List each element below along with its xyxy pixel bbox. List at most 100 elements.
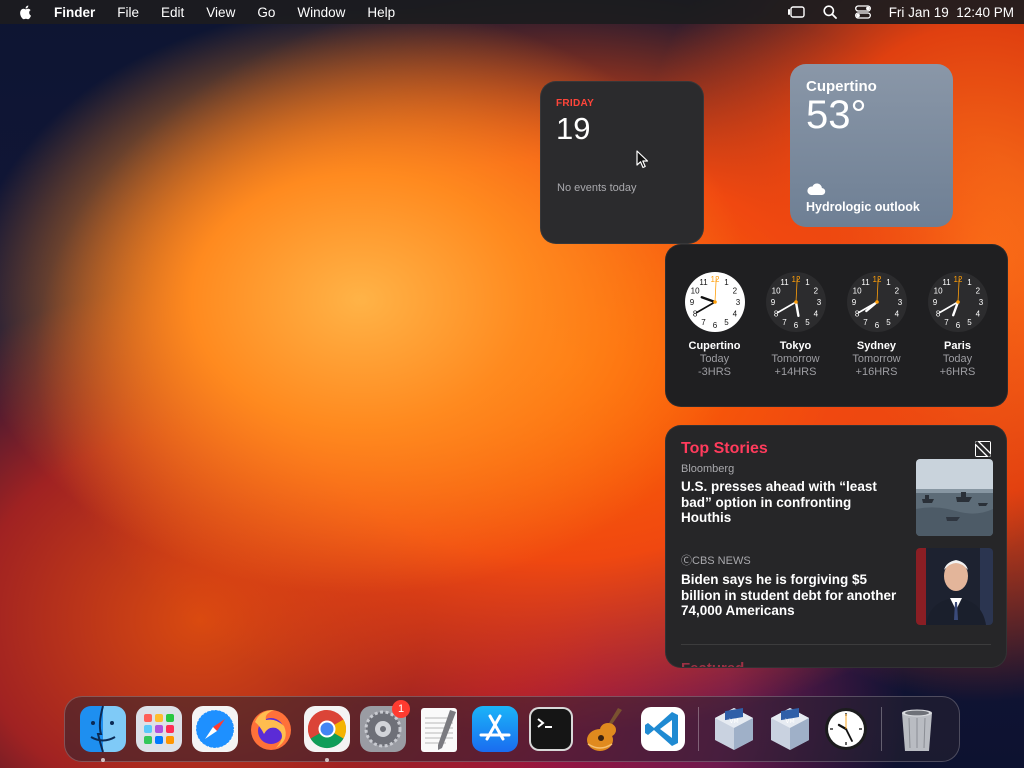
app-store-icon	[472, 706, 518, 752]
clock-numeral: 1	[805, 278, 810, 287]
dock-system-settings[interactable]: 1	[358, 700, 410, 754]
clock-numeral: 5	[967, 318, 972, 327]
clock-numeral: 3	[897, 298, 902, 307]
mouse-cursor-icon	[636, 150, 649, 169]
calendar-events-text: No events today	[557, 182, 637, 194]
dock-safari[interactable]	[190, 704, 240, 754]
clock-face-icon: 1234567891011 12	[684, 272, 745, 332]
news-thumbnail-person	[916, 548, 993, 625]
stage-manager-icon[interactable]	[787, 5, 805, 19]
dock-trash[interactable]	[892, 704, 942, 754]
clock-numeral: 6	[793, 321, 798, 330]
dock-app-store[interactable]	[470, 704, 520, 754]
trash-icon	[902, 709, 932, 751]
clock-numeral: 9	[851, 298, 856, 307]
dock-garageband[interactable]	[582, 704, 632, 754]
chrome-icon	[304, 706, 350, 752]
clock-offset-label: -3HRS	[697, 366, 731, 378]
clock-city-name: Paris	[944, 340, 971, 352]
menu-window[interactable]: Window	[297, 5, 345, 20]
clock-numeral: 11	[780, 278, 789, 287]
dock-virtualbox-2[interactable]: VM	[765, 704, 815, 754]
world-clock-sydney: 1 2 3 4 5 6 7 8 9 10 11 12 Sydney Tomorrow +16HRS	[836, 271, 917, 406]
clock-numeral: 12	[953, 275, 962, 284]
clock-numeral: 10	[690, 287, 699, 296]
dock-terminal[interactable]	[526, 704, 576, 754]
menu-edit[interactable]: Edit	[161, 5, 184, 20]
clock-numeral: 12	[710, 275, 719, 284]
clock-numeral: 3	[978, 298, 983, 307]
menu-bar-clock[interactable]: Fri Jan 19 12:40 PM	[889, 5, 1014, 20]
news-divider	[681, 644, 991, 645]
clock-numeral: 10	[852, 287, 861, 296]
news-headline: Biden says he is forgiving $5 billion in…	[681, 572, 897, 618]
dock-vscode[interactable]	[638, 704, 688, 754]
cloud-icon	[807, 183, 826, 196]
clock-hub	[793, 300, 798, 304]
clock-numeral: 7	[701, 318, 706, 327]
weather-outlook: Hydrologic outlook	[806, 200, 920, 214]
clock-numeral: 6	[874, 321, 879, 330]
virtualbox-icon: VM	[715, 708, 753, 750]
dock-virtualbox[interactable]: VM	[709, 704, 759, 754]
clock-numeral: 6	[712, 321, 717, 330]
clock-numeral: 5	[724, 318, 729, 327]
clock-face-icon: 1234567891011 12	[846, 272, 907, 332]
dock-separator	[698, 707, 699, 751]
clock-offset-label: +14HRS	[774, 366, 817, 378]
textedit-icon	[421, 708, 457, 752]
search-icon[interactable]	[823, 5, 837, 19]
news-featured-heading: Featured	[681, 660, 744, 667]
news-story-1[interactable]: Bloomberg U.S. presses ahead with “least…	[681, 459, 993, 536]
apple-icon[interactable]	[18, 4, 34, 20]
world-clock-widget[interactable]: 1 2 3 4 5 6 7 8 9 10 11 12 Cupertino Today -3HRS 12…	[665, 244, 1008, 407]
clock-numeral: 8	[692, 310, 697, 319]
menu-app-name[interactable]: Finder	[54, 5, 95, 20]
clock-face-icon: 1234567891011 12	[765, 272, 826, 332]
calendar-widget[interactable]: FRIDAY 19 No events today	[540, 81, 704, 244]
dock-launchpad[interactable]	[134, 704, 184, 754]
clock-city-name: Sydney	[856, 340, 897, 352]
clock-numeral: 4	[975, 310, 980, 319]
clock-numeral: 1	[886, 278, 891, 287]
clock-numeral: 11	[942, 278, 951, 287]
world-clock-paris: 1 2 3 4 5 6 7 8 9 10 11 12 Paris Today +6HRS	[917, 271, 998, 406]
vscode-icon	[641, 707, 685, 751]
clock-numeral: 5	[805, 318, 810, 327]
garageband-icon	[587, 708, 622, 751]
clock-numeral: 11	[699, 278, 708, 287]
menu-help[interactable]: Help	[367, 5, 395, 20]
dock-chrome[interactable]	[302, 704, 352, 762]
clock-hub	[712, 300, 717, 304]
finder-icon	[80, 705, 126, 753]
news-story-2[interactable]: ⒸCBS NEWS Biden says he is forgiving $5 …	[681, 548, 993, 625]
virtualbox-icon: VM	[771, 708, 809, 750]
news-widget[interactable]: Top Stories Bloomberg U.S. presses ahead…	[665, 425, 1007, 668]
clock-numeral: 10	[771, 287, 780, 296]
dock-textedit[interactable]	[414, 704, 464, 754]
clock-offset-label: +16HRS	[855, 366, 898, 378]
clock-numeral: 8	[935, 310, 940, 319]
clock-city-name: Cupertino	[688, 340, 741, 352]
weather-widget[interactable]: Cupertino 53° Hydrologic outlook	[790, 64, 953, 227]
news-heading: Top Stories	[681, 440, 768, 457]
calendar-day-name: FRIDAY	[556, 98, 595, 109]
dock-finder[interactable]	[78, 704, 128, 762]
svg-text:VM: VM	[729, 718, 738, 725]
world-clock-tokyo: 1 2 3 4 5 6 7 8 9 10 11 12 Tokyo Tomorrow +14HRS	[755, 271, 836, 406]
clock-numeral: 5	[886, 318, 891, 327]
clock-day-label: Tomorrow	[771, 353, 820, 365]
clock-numeral: 9	[689, 298, 694, 307]
clock-hub	[955, 300, 960, 304]
menu-go[interactable]: Go	[257, 5, 275, 20]
clock-numeral: 2	[975, 287, 980, 296]
clock-offset-label: +6HRS	[939, 366, 976, 378]
menu-file[interactable]: File	[117, 5, 139, 20]
clock-city-name: Tokyo	[779, 340, 812, 352]
clock-numeral: 1	[967, 278, 972, 287]
dock-clock[interactable]	[821, 704, 871, 754]
news-thumbnail-boats	[916, 459, 993, 536]
menu-view[interactable]: View	[206, 5, 235, 20]
dock-firefox[interactable]	[246, 704, 296, 754]
control-center-icon[interactable]	[854, 5, 871, 19]
